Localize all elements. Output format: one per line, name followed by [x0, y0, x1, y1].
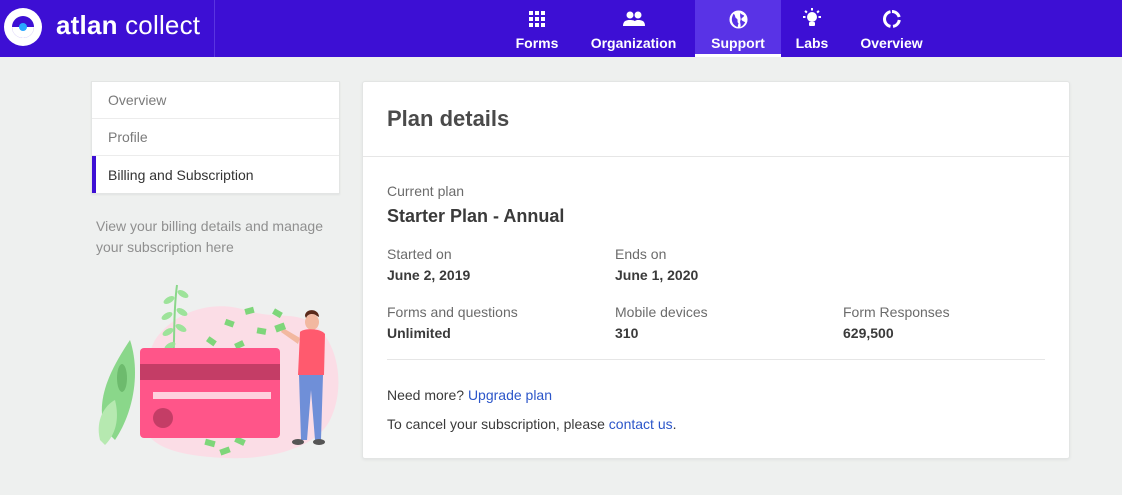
upgrade-line: Need more? Upgrade plan — [387, 387, 552, 403]
globe-icon — [728, 8, 748, 30]
atlan-logo-icon — [4, 8, 42, 46]
lightbulb-icon — [801, 8, 823, 30]
people-icon — [622, 8, 645, 30]
top-navigation-bar: atlan collect Forms Organization Support… — [0, 0, 1122, 57]
main-nav: Forms Organization Support Labs Overview — [502, 0, 940, 57]
cancel-line: To cancel your subscription, please cont… — [387, 416, 677, 432]
contact-us-link[interactable]: contact us — [609, 416, 673, 432]
divider — [387, 359, 1045, 360]
mobile-devices-label: Mobile devices — [615, 304, 708, 320]
cancel-text: To cancel your subscription, please — [387, 416, 605, 432]
plan-details-card: Plan details Current plan Starter Plan -… — [362, 81, 1070, 459]
billing-illustration — [95, 280, 345, 465]
form-responses-value: 629,500 — [843, 325, 894, 341]
side-menu-item-billing[interactable]: Billing and Subscription — [92, 156, 339, 193]
nav-label: Organization — [590, 35, 677, 51]
nav-item-support[interactable]: Support — [695, 0, 781, 57]
nav-item-overview[interactable]: Overview — [843, 0, 940, 57]
mobile-devices-value: 310 — [615, 325, 639, 341]
donut-chart-icon — [882, 8, 901, 30]
nav-label: Overview — [860, 35, 923, 51]
started-on-value: June 2, 2019 — [387, 267, 471, 283]
form-responses-label: Form Responses — [843, 304, 950, 320]
grid-icon — [529, 8, 545, 30]
current-plan-value: Starter Plan - Annual — [387, 206, 565, 226]
started-on-label: Started on — [387, 246, 452, 262]
nav-label: Support — [711, 35, 765, 51]
side-menu-item-overview[interactable]: Overview — [92, 82, 339, 119]
nav-label: Labs — [795, 35, 829, 51]
side-menu-item-profile[interactable]: Profile — [92, 119, 339, 156]
ends-on-value: June 1, 2020 — [615, 267, 699, 283]
nav-item-labs[interactable]: Labs — [781, 0, 843, 57]
need-more-text: Need more? — [387, 387, 465, 403]
current-plan-label: Current plan — [387, 183, 465, 199]
nav-item-organization[interactable]: Organization — [572, 0, 695, 57]
nav-item-forms[interactable]: Forms — [502, 0, 572, 57]
upgrade-plan-link[interactable]: Upgrade plan — [468, 387, 552, 403]
brand-name: atlan collect — [56, 10, 201, 40]
forms-questions-value: Unlimited — [387, 325, 451, 341]
cancel-end: . — [672, 416, 677, 432]
billing-description: View your billing details and manage you… — [96, 218, 323, 255]
ends-on-label: Ends on — [615, 246, 667, 262]
brand-logo[interactable]: atlan collect — [0, 0, 215, 57]
page-title: Plan details — [387, 106, 510, 131]
forms-questions-label: Forms and questions — [387, 304, 518, 320]
divider — [363, 156, 1069, 157]
settings-side-menu: Overview Profile Billing and Subscriptio… — [91, 81, 340, 194]
nav-label: Forms — [515, 35, 559, 51]
